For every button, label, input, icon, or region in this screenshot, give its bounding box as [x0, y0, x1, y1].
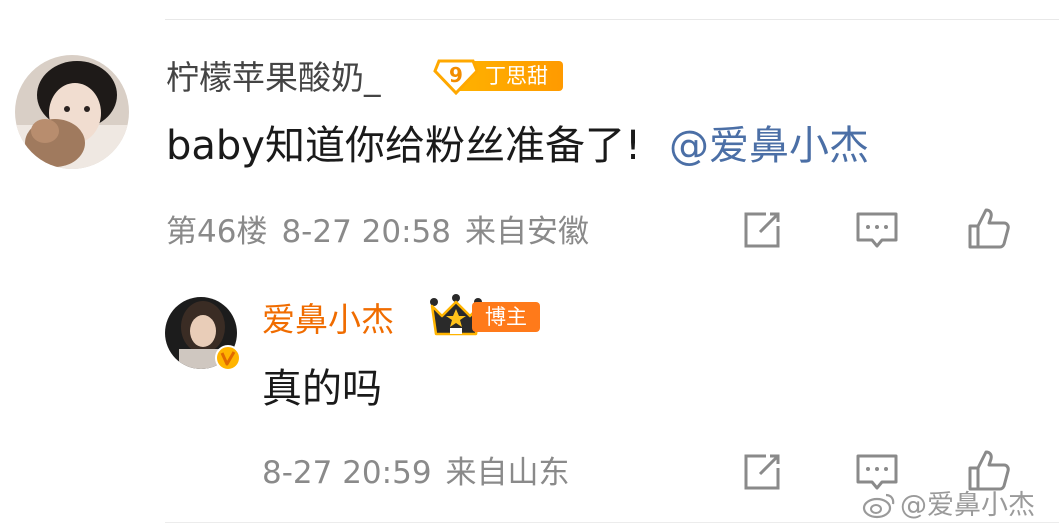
blogger-username[interactable]: 爱鼻小杰 — [262, 300, 394, 340]
reply-location: 来自山东 — [445, 455, 570, 491]
reply-share-button[interactable] — [740, 450, 784, 494]
watermark-text: @爱鼻小杰 — [900, 490, 1035, 521]
like-button[interactable] — [967, 206, 1011, 250]
share-button[interactable] — [740, 208, 784, 252]
like-icon — [968, 450, 1010, 491]
comment-body: baby知道你给粉丝准备了! — [166, 123, 641, 169]
reply-meta: 8-27 20:59 来自山东 — [262, 453, 570, 493]
floor-number: 第46楼 — [166, 214, 268, 250]
top-divider — [165, 19, 1059, 20]
comment-icon — [856, 454, 898, 490]
blogger-badge[interactable]: 博主 — [428, 294, 540, 338]
blogger-badge-label: 博主 — [472, 302, 540, 332]
fan-badge-level: 9 — [449, 63, 463, 87]
commenter-username[interactable]: 柠檬苹果酸奶_ — [166, 58, 381, 98]
commenter-avatar[interactable] — [15, 55, 129, 169]
watermark: @爱鼻小杰 — [862, 489, 1035, 523]
like-icon — [968, 208, 1010, 249]
bottom-divider — [165, 522, 1059, 523]
comment-text: baby知道你给粉丝准备了! @爱鼻小杰 — [166, 122, 869, 170]
reply-text: 真的吗 — [262, 366, 382, 412]
comment-meta: 第46楼 8-27 20:58 来自安徽 — [166, 212, 589, 252]
comment-time: 8-27 20:58 — [281, 214, 451, 250]
reply-comment-button[interactable] — [855, 450, 899, 494]
comment-icon — [856, 212, 898, 248]
mention-link[interactable]: @爱鼻小杰 — [669, 123, 869, 169]
comment-location: 来自安徽 — [465, 214, 589, 250]
blogger-avatar[interactable] — [165, 297, 241, 371]
verified-icon — [215, 345, 241, 371]
share-icon — [744, 212, 780, 248]
fan-badge[interactable]: 丁思甜 9 — [433, 57, 563, 95]
share-icon — [744, 454, 780, 490]
reply-like-button[interactable] — [967, 448, 1011, 492]
comment-button[interactable] — [855, 208, 899, 252]
weibo-logo-icon — [862, 493, 895, 519]
reply-time: 8-27 20:59 — [262, 455, 432, 491]
